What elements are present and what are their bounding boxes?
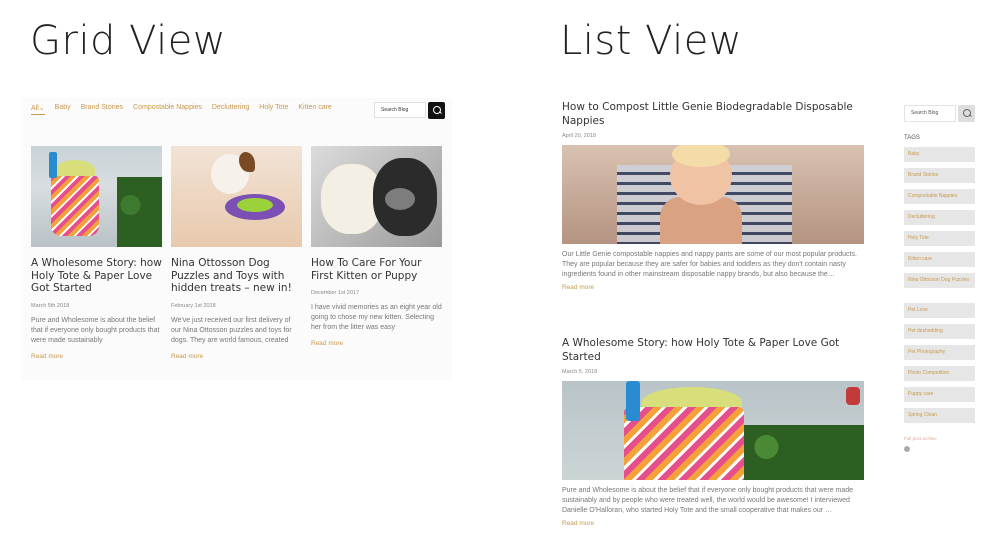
post-title[interactable]: How To Care For Your First Kitten or Pup… bbox=[311, 257, 442, 282]
list-post: A Wholesome Story: how Holy Tote & Paper… bbox=[562, 336, 864, 527]
tag-holy-tote[interactable]: Holy Tote bbox=[904, 231, 975, 246]
post-excerpt: Our Little Genie compostable nappies and… bbox=[562, 251, 857, 278]
post-card[interactable]: Nina Ottosson Dog Puzzles and Toys with … bbox=[171, 146, 302, 360]
post-excerpt: Pure and Wholesome is about the belief t… bbox=[31, 316, 160, 344]
post-date: December 1st 2017 bbox=[311, 290, 359, 296]
tags-heading: TAGS bbox=[904, 135, 920, 141]
grid-view-panel: All⌄ Baby Brand Stories Compostable Napp… bbox=[22, 98, 452, 380]
read-more-link[interactable]: Read more bbox=[31, 353, 162, 360]
sidebar-search-button[interactable] bbox=[958, 105, 975, 122]
post-title[interactable]: How to Compost Little Genie Biodegradabl… bbox=[562, 100, 864, 128]
tag-spring-clean[interactable]: Spring Clean bbox=[904, 408, 975, 423]
tag-pet-love[interactable]: Pet Love bbox=[904, 303, 975, 318]
list-view-heading: List View bbox=[560, 18, 743, 64]
tag-pet-photography[interactable]: Pet Photography bbox=[904, 345, 975, 360]
post-excerpt: Pure and Wholesome is about the belief t… bbox=[562, 487, 854, 514]
tag-nina-ottosson[interactable]: Nina Ottosson Dog Puzzles bbox=[904, 273, 975, 288]
post-card[interactable]: A Wholesome Story: how Holy Tote & Paper… bbox=[31, 146, 162, 360]
search-button[interactable] bbox=[428, 102, 445, 119]
read-more-link[interactable]: Read more bbox=[562, 284, 864, 291]
tag-decluttering[interactable]: Decluttering bbox=[904, 210, 975, 225]
list-post: How to Compost Little Genie Biodegradabl… bbox=[562, 100, 864, 291]
tag-pet-deshedding[interactable]: Pet deshedding bbox=[904, 324, 975, 339]
post-date: April 20, 2018 bbox=[562, 133, 596, 139]
post-date: March 5, 2018 bbox=[562, 369, 598, 375]
nav-item-kitten-care[interactable]: Kitten care bbox=[298, 104, 331, 115]
post-excerpt: We've just received our first delivery o… bbox=[171, 316, 292, 344]
grid-view-heading: Grid View bbox=[30, 18, 227, 64]
tag-baby[interactable]: Baby bbox=[904, 147, 975, 162]
tag-photo-competition[interactable]: Photo Competition bbox=[904, 366, 975, 381]
nav-item-all[interactable]: All⌄ bbox=[31, 104, 45, 115]
post-thumbnail[interactable] bbox=[171, 146, 302, 247]
tag-brand-stories[interactable]: Brand Stories bbox=[904, 168, 975, 183]
post-thumbnail[interactable] bbox=[31, 146, 162, 247]
chevron-down-icon: ⌄ bbox=[38, 105, 45, 112]
sidebar-search-input[interactable]: Search Blog bbox=[904, 105, 956, 122]
read-more-link[interactable]: Read more bbox=[171, 353, 302, 360]
category-nav: All⌄ Baby Brand Stories Compostable Napp… bbox=[31, 104, 332, 115]
tag-kitten-care[interactable]: Kitten care bbox=[904, 252, 975, 267]
tag-compostable-nappies[interactable]: Compostable Nappies bbox=[904, 189, 975, 204]
post-title[interactable]: A Wholesome Story: how Holy Tote & Paper… bbox=[31, 257, 162, 295]
archive-link[interactable]: Full post archive bbox=[904, 436, 937, 441]
rss-icon[interactable] bbox=[904, 446, 910, 452]
post-thumbnail[interactable] bbox=[311, 146, 442, 247]
read-more-link[interactable]: Read more bbox=[311, 340, 442, 347]
nav-item-holy-tote[interactable]: Holy Tote bbox=[259, 104, 288, 115]
post-image[interactable] bbox=[562, 145, 864, 244]
nav-item-brand-stories[interactable]: Brand Stories bbox=[81, 104, 123, 115]
post-date: March 5th 2018 bbox=[31, 302, 70, 309]
post-title[interactable]: A Wholesome Story: how Holy Tote & Paper… bbox=[562, 336, 864, 364]
tag-puppy-care[interactable]: Puppy care bbox=[904, 387, 975, 402]
search-input[interactable]: Search Blog bbox=[374, 102, 426, 118]
post-image[interactable] bbox=[562, 381, 864, 480]
post-excerpt: I have vivid memories as an eight year o… bbox=[311, 304, 442, 331]
nav-item-baby[interactable]: Baby bbox=[55, 104, 71, 115]
post-card[interactable]: How To Care For Your First Kitten or Pup… bbox=[311, 146, 442, 347]
nav-item-decluttering[interactable]: Decluttering bbox=[212, 104, 249, 115]
nav-item-compostable-nappies[interactable]: Compostable Nappies bbox=[133, 104, 202, 115]
post-title[interactable]: Nina Ottosson Dog Puzzles and Toys with … bbox=[171, 257, 302, 295]
read-more-link[interactable]: Read more bbox=[562, 520, 864, 527]
post-date: February 1st 2018 bbox=[171, 302, 216, 309]
